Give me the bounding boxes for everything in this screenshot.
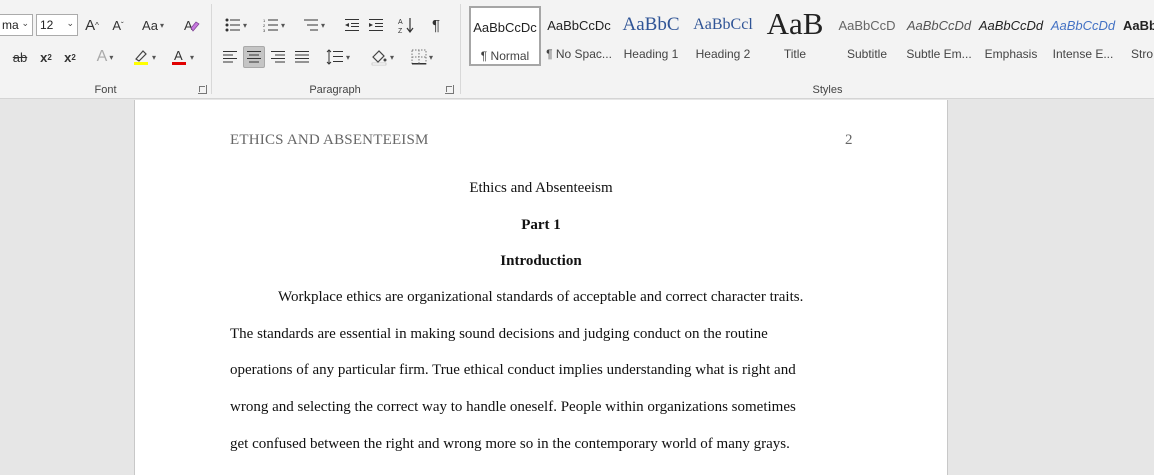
borders-icon	[411, 49, 427, 65]
line-spacing-icon	[326, 49, 343, 65]
align-right-button[interactable]	[268, 46, 288, 68]
superscript-button[interactable]: x2	[60, 46, 80, 68]
increase-indent-button[interactable]	[366, 14, 386, 36]
section-heading: Introduction	[500, 253, 582, 269]
running-header: ETHICS AND ABSENTEEISM	[230, 132, 429, 148]
chevron-down-icon[interactable]: ⌄	[66, 18, 74, 29]
svg-text:A: A	[398, 19, 403, 26]
chevron-down-icon[interactable]: ⌄	[21, 18, 29, 29]
align-left-icon	[223, 51, 237, 63]
shrink-font-button[interactable]: Aˇ	[108, 14, 128, 36]
font-size-box[interactable]: 12 ⌄	[36, 14, 78, 36]
paragraph-dialog-launcher[interactable]	[445, 85, 454, 94]
highlighter-icon	[133, 50, 148, 65]
borders-button[interactable]: ▾	[406, 46, 438, 68]
multilevel-list-button[interactable]: ▾	[298, 14, 330, 36]
svg-text:A: A	[184, 18, 193, 33]
multilevel-list-icon	[303, 19, 318, 31]
text-effects-button[interactable]: A ▾	[90, 46, 120, 68]
increase-indent-icon	[369, 19, 383, 31]
styles-group-label: Styles	[812, 84, 843, 96]
svg-text:Z: Z	[398, 28, 403, 34]
font-group-label: Font	[94, 84, 117, 96]
font-dialog-launcher[interactable]	[198, 85, 207, 94]
numbered-list-icon: 123	[263, 18, 278, 32]
change-case-button[interactable]: Aa ▾	[137, 14, 169, 36]
part-heading: Part 1	[521, 217, 561, 233]
styles-group: Styles	[461, 0, 1154, 98]
numbering-button[interactable]: 1 2 3 ▾	[258, 14, 290, 36]
document-page[interactable]: ETHICS AND ABSENTEEISM 2 Ethics and Abse…	[134, 100, 948, 475]
body-line: Workplace ethics are organizational stan…	[278, 289, 804, 305]
clear-formatting-icon[interactable]: A	[181, 14, 203, 36]
page-number: 2	[845, 132, 853, 148]
body-line: operations of any particular firm. True …	[230, 362, 796, 378]
font-color-button[interactable]: A ▾	[166, 46, 198, 68]
body-line: The standards are essential in making so…	[230, 326, 768, 342]
align-left-button[interactable]	[220, 46, 240, 68]
line-spacing-button[interactable]: ▾	[322, 46, 354, 68]
font-color-icon: A	[171, 48, 186, 65]
align-center-icon	[247, 51, 261, 63]
paragraph-group: ▾ 1 2 3 ▾ ▾ AZ ¶ ▾ ▾ ▾ Paragraph	[212, 0, 458, 98]
font-group: ma ⌄ 12 ⌄ A ^ Aˇ Aa ▾ A ab x2 x2 A ▾ ▾ A ▾ F…	[0, 0, 211, 98]
font-size-value: 12	[40, 18, 54, 32]
sort-button[interactable]: AZ	[396, 14, 418, 36]
document-title: Ethics and Absenteeism	[469, 180, 613, 196]
sort-icon: AZ	[398, 18, 414, 34]
body-line: get confused between the right and wrong…	[230, 436, 790, 452]
svg-text:A: A	[174, 48, 183, 63]
font-name-box[interactable]: ma ⌄	[0, 14, 33, 36]
highlight-color-button[interactable]: ▾	[128, 46, 160, 68]
show-formatting-marks-button[interactable]: ¶	[426, 14, 446, 36]
shading-button[interactable]: ▾	[366, 46, 398, 68]
bullets-button[interactable]: ▾	[220, 14, 252, 36]
align-center-button[interactable]	[243, 46, 265, 68]
ribbon: ma ⌄ 12 ⌄ A ^ Aˇ Aa ▾ A ab x2 x2 A ▾ ▾ A ▾ F…	[0, 0, 1154, 99]
paint-bucket-icon	[371, 50, 387, 66]
body-line: wrong and selecting the correct way to h…	[230, 399, 796, 415]
paragraph-group-label: Paragraph	[309, 84, 361, 96]
decrease-indent-icon	[345, 19, 359, 31]
align-right-icon	[271, 51, 285, 63]
svg-text:3: 3	[263, 28, 266, 32]
subscript-button[interactable]: x2	[36, 46, 56, 68]
strikethrough-button[interactable]: ab	[10, 46, 30, 68]
bullet-list-icon	[225, 18, 240, 32]
grow-font-button[interactable]: A ^	[82, 14, 102, 36]
decrease-indent-button[interactable]	[342, 14, 362, 36]
justify-button[interactable]	[292, 46, 312, 68]
justify-icon	[295, 51, 309, 63]
font-name-value: ma	[2, 18, 19, 32]
